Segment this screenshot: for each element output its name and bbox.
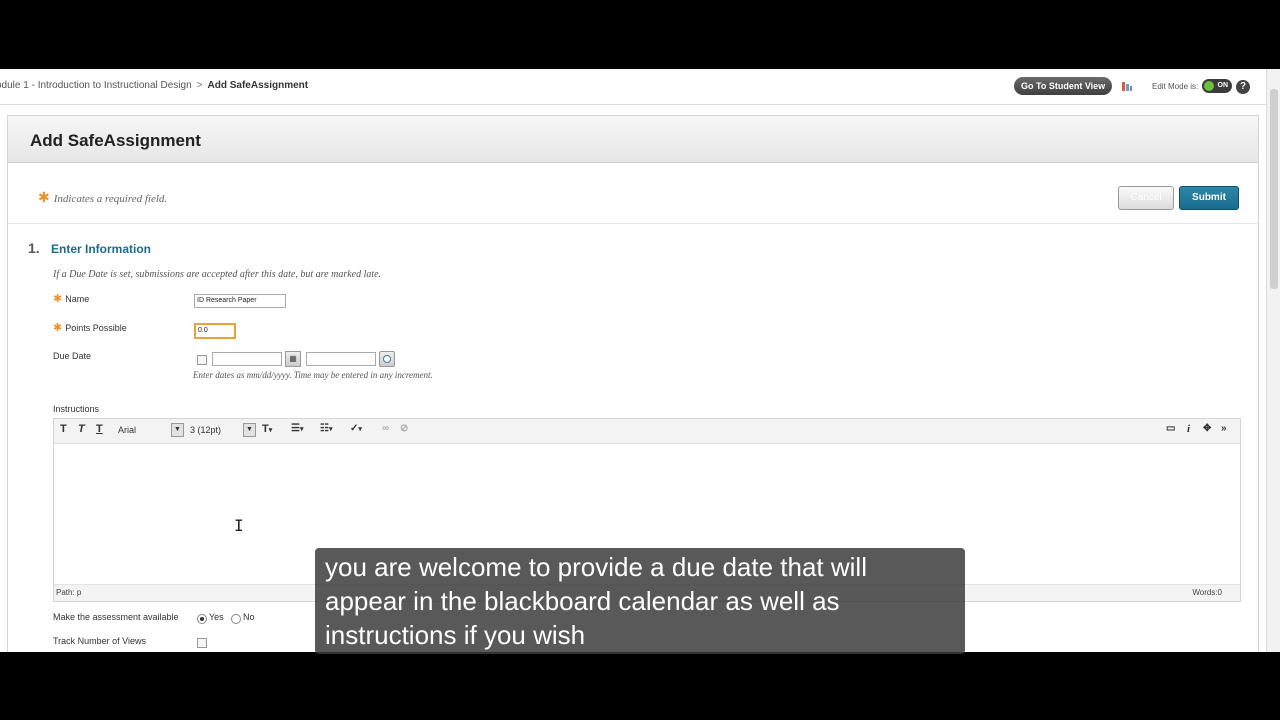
edit-mode-state: ON xyxy=(1217,82,1229,89)
due-date-hint: Enter dates as mm/dd/yyyy. Time may be e… xyxy=(193,370,433,380)
available-yes-label: Yes xyxy=(209,612,224,622)
section-title: Enter Information xyxy=(51,242,152,256)
vertical-scrollbar[interactable] xyxy=(1266,69,1280,652)
section-number: 1. xyxy=(28,240,40,256)
breadcrumb-parent[interactable]: odule 1 - Introduction to Instructional … xyxy=(0,80,192,91)
caption-line-2: appear in the blackboard calendar as wel… xyxy=(325,586,840,616)
available-no-label: No xyxy=(243,612,255,622)
info-icon[interactable]: i xyxy=(1187,423,1190,435)
underline-text-icon[interactable]: T xyxy=(96,423,103,435)
calendar-icon[interactable]: ▦ xyxy=(285,351,301,367)
chevron-down-icon: ▼ xyxy=(171,423,184,437)
go-to-student-view-button[interactable]: Go To Student View xyxy=(1014,77,1113,95)
edit-mode-toggle[interactable]: ON xyxy=(1202,79,1232,93)
due-time-input[interactable] xyxy=(306,352,376,366)
breadcrumb: odule 1 - Introduction to Instructional … xyxy=(0,80,308,91)
italic-text-icon[interactable]: T xyxy=(78,423,85,435)
help-icon[interactable]: ? xyxy=(1236,80,1250,94)
breadcrumb-separator: > xyxy=(196,80,203,91)
points-possible-label: ✱ Points Possible xyxy=(53,322,127,334)
caption-line-3: instructions if you wish xyxy=(325,620,586,650)
points-possible-input[interactable]: 0.0 xyxy=(194,323,236,339)
required-asterisk-icon: ✱ xyxy=(53,322,63,334)
numbered-list-icon[interactable]: ☷▾ xyxy=(320,423,332,434)
required-asterisk-icon: ✱ xyxy=(53,293,63,305)
available-yes-radio[interactable] xyxy=(197,614,207,624)
text-cursor-icon: I xyxy=(234,516,244,535)
track-views-checkbox[interactable] xyxy=(197,638,207,648)
toggle-knob xyxy=(1204,81,1214,91)
name-label: ✱ Name xyxy=(53,293,90,305)
bar-chart-icon[interactable] xyxy=(1121,80,1133,92)
link-icon[interactable]: ∞ xyxy=(382,423,389,434)
spellcheck-icon[interactable]: ✓▾ xyxy=(350,423,362,434)
edit-mode-label: Edit Mode is: xyxy=(1152,82,1199,91)
available-no-radio[interactable] xyxy=(231,614,241,624)
due-date-checkbox[interactable] xyxy=(197,355,207,365)
bold-text-icon[interactable]: T xyxy=(60,423,67,435)
caption-line-1: you are welcome to provide a due date th… xyxy=(325,552,867,582)
editor-path: Path: p xyxy=(56,588,82,597)
section-note: If a Due Date is set, submissions are ac… xyxy=(53,269,382,280)
bullet-list-icon[interactable]: ☰▾ xyxy=(291,423,303,434)
font-family-select[interactable]: Arial ▼ xyxy=(116,423,184,437)
make-available-label: Make the assessment available xyxy=(53,612,179,622)
text-format-icon[interactable]: T▾ xyxy=(262,423,272,435)
breadcrumb-current: Add SafeAssignment xyxy=(207,80,309,91)
video-caption: you are welcome to provide a due date th… xyxy=(315,548,965,654)
name-input[interactable]: ID Research Paper xyxy=(194,294,286,308)
required-asterisk-icon: ✱ xyxy=(38,189,50,205)
scrollbar-thumb[interactable] xyxy=(1270,89,1278,289)
cancel-button[interactable]: Cancel xyxy=(1118,186,1174,210)
required-note-text: Indicates a required field. xyxy=(53,193,168,205)
unlink-icon[interactable]: ⊘ xyxy=(400,423,408,434)
page-title: Add SafeAssignment xyxy=(30,131,201,150)
required-note: ✱ Indicates a required field. xyxy=(38,189,167,206)
track-views-label: Track Number of Views xyxy=(53,636,147,646)
clock-icon[interactable] xyxy=(379,351,395,367)
chevron-down-icon: ▼ xyxy=(243,423,256,437)
expand-toolbar-icon[interactable]: » xyxy=(1221,423,1227,434)
instructions-label: Instructions xyxy=(53,404,100,414)
submit-button[interactable]: Submit xyxy=(1179,186,1239,210)
due-date-label: Due Date xyxy=(53,351,92,361)
editor-toolbar: T T T Arial ▼ 3 (12pt) ▼ T▾ ☰▾ ☷▾ ✓▾ ∞ ⊘… xyxy=(54,419,1240,444)
preview-monitor-icon[interactable]: ▭ xyxy=(1166,423,1175,434)
top-bar: odule 1 - Introduction to Instructional … xyxy=(0,69,1266,105)
font-size-select[interactable]: 3 (12pt) ▼ xyxy=(188,423,256,437)
fullscreen-icon[interactable]: ✥ xyxy=(1203,423,1211,434)
section-divider xyxy=(8,223,1258,224)
word-count: Words:0 xyxy=(1192,588,1222,597)
due-date-input[interactable] xyxy=(212,352,282,366)
